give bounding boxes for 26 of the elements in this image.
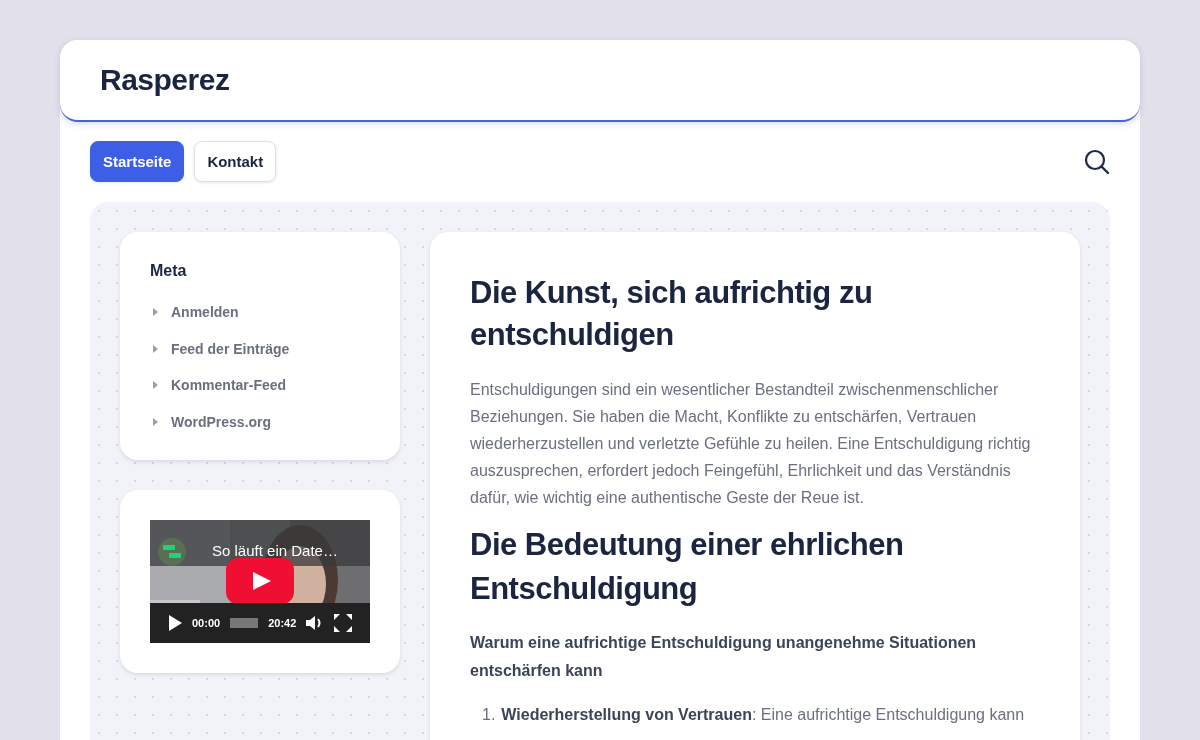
meta-link[interactable]: Anmelden xyxy=(171,304,239,321)
fullscreen-icon[interactable] xyxy=(334,614,353,632)
meta-link[interactable]: Feed der Einträge xyxy=(171,340,290,357)
nav-link[interactable]: Startseite xyxy=(90,141,185,182)
current-time: 00:00 xyxy=(192,617,221,629)
paragraph: Entschuldigungen sind ein wesentlicher Bestandteil zwischenmenschlicher Beziehungen. Sie haben die Macht, Konflikte zu entschärfen, Vertrauen wiederherzustellen und verletzte Gefühle zu heilen. Eine Entschuldigung richtig auszusprechen, erfordert jedoch Feingefühl, Ehrlichkeit und das Verständnis dafür, wie wichtig eine authentische Geste der Reue ist. xyxy=(470,380,1032,508)
caret-icon xyxy=(153,308,158,317)
site-title[interactable]: Rasperez xyxy=(100,63,230,97)
progress-bar[interactable] xyxy=(230,618,259,628)
section-heading: Die Bedeutung einer ehrlichen Entschuldigung xyxy=(470,526,905,608)
nav-link[interactable]: Kontakt xyxy=(194,141,277,182)
article-title: Die Kunst, sich aufrichtig zu entschuldigen xyxy=(470,274,874,354)
play-button-icon[interactable] xyxy=(226,558,294,604)
subheading: Warum eine aufrichtige Entschuldigung unangenehme Situationen entschärfen kann xyxy=(470,633,978,681)
list-item: Wiederherstellung von Vertrauen: Eine aufrichtige Entschuldigung kann xyxy=(501,705,1025,725)
caret-icon xyxy=(153,417,158,426)
channel-avatar-icon xyxy=(158,538,186,566)
meta-link[interactable]: Kommentar-Feed xyxy=(171,377,287,394)
search-icon[interactable] xyxy=(1084,148,1110,175)
caret-icon xyxy=(153,344,158,353)
list-number: 1. xyxy=(482,705,496,725)
caret-icon xyxy=(153,381,158,390)
play-icon[interactable] xyxy=(168,615,182,631)
widget-title: Meta xyxy=(150,262,188,280)
meta-link[interactable]: WordPress.org xyxy=(171,413,272,430)
duration: 20:42 xyxy=(268,617,297,629)
